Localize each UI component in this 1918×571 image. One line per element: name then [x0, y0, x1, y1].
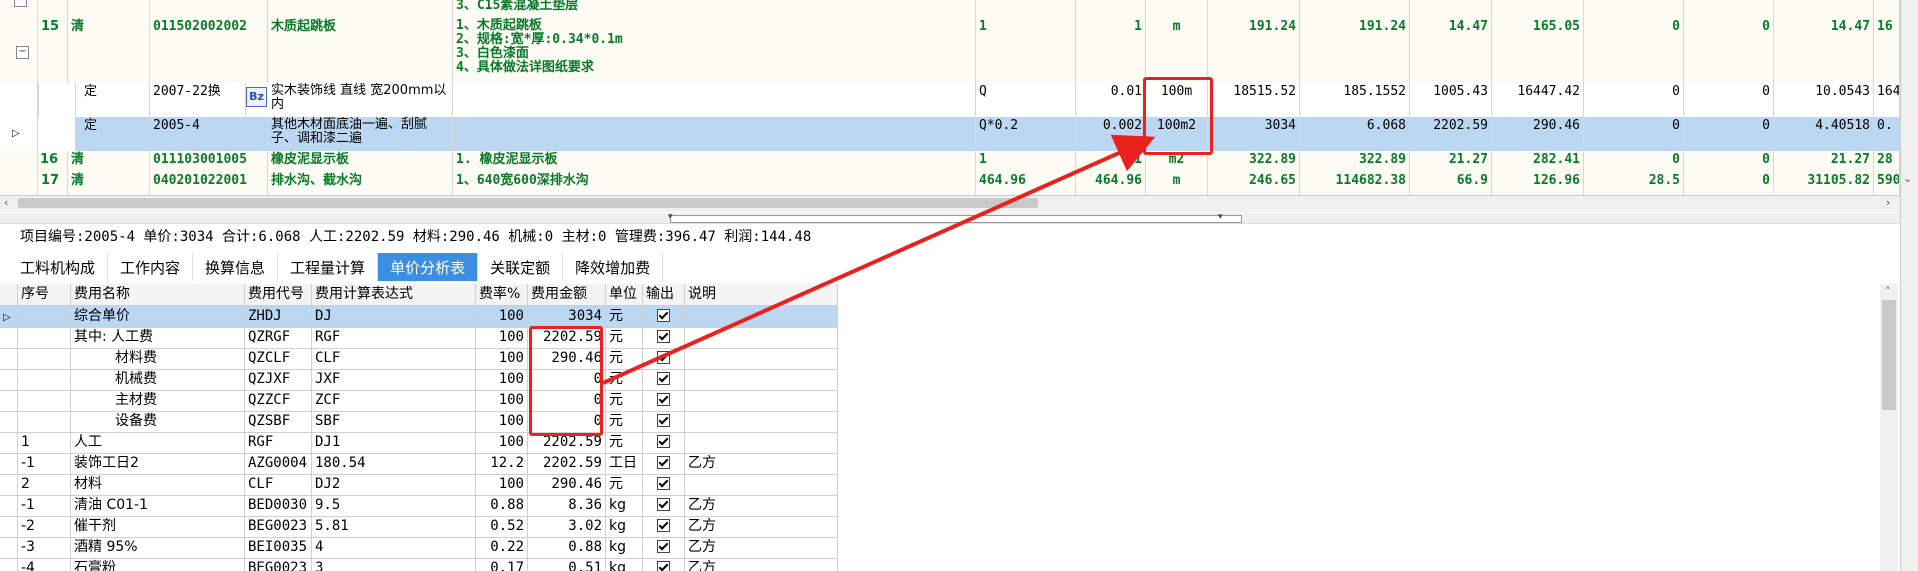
annotation-arrow: [602, 134, 1156, 385]
scroll-up-icon[interactable]: ˄: [1885, 285, 1891, 298]
scrollbar-thumb[interactable]: [1882, 300, 1896, 410]
